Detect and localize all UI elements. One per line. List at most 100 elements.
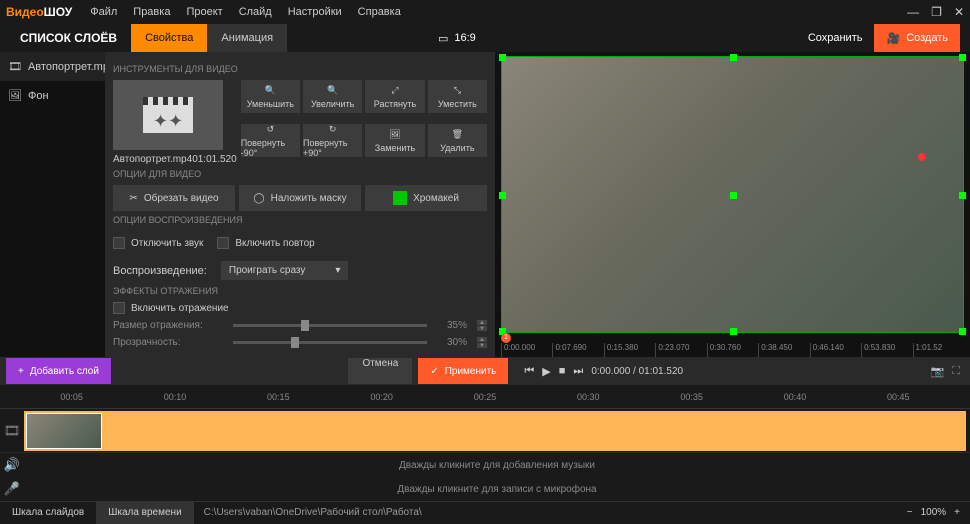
loop-label: Включить повтор bbox=[235, 238, 314, 249]
loop-checkbox[interactable] bbox=[217, 237, 229, 249]
zoom-out-icon: 🔍 bbox=[265, 85, 276, 96]
snapshot-icon[interactable]: 📷 bbox=[931, 365, 945, 378]
zoom-in-button[interactable]: 🔍Увеличить bbox=[303, 80, 362, 113]
resize-handle[interactable] bbox=[499, 54, 506, 61]
rotate-right-button[interactable]: ↻Повернуть +90° bbox=[303, 124, 362, 157]
next-frame-icon[interactable]: ⏭ bbox=[573, 365, 583, 378]
step-up[interactable]: ▲ bbox=[477, 337, 487, 342]
tab-animation[interactable]: Анимация bbox=[207, 24, 287, 52]
video-thumbnail[interactable]: ✦✦ bbox=[113, 80, 223, 150]
timeline-ruler[interactable]: 00:0500:1000:1500:2000:2500:3000:3500:40… bbox=[0, 385, 970, 409]
video-track[interactable]: 🎞 bbox=[0, 409, 970, 453]
resize-handle[interactable] bbox=[499, 192, 506, 199]
section-reflect-label: ЭФФЕКТЫ ОТРАЖЕНИЯ bbox=[113, 286, 487, 296]
traffic-light bbox=[918, 153, 926, 161]
layers-title: СПИСОК СЛОЁВ bbox=[20, 31, 117, 45]
preview-canvas[interactable] bbox=[501, 56, 964, 333]
zoom-out-button[interactable]: 🔍Уменьшить bbox=[241, 80, 300, 113]
reflection-size-label: Размер отражения: bbox=[113, 320, 223, 331]
time-counter: 0:00.000 / 01:01.520 bbox=[591, 366, 683, 377]
menu-edit[interactable]: Правка bbox=[125, 6, 178, 18]
section-tools-label: ИНСТРУМЕНТЫ ДЛЯ ВИДЕО bbox=[113, 64, 487, 74]
tab-properties[interactable]: Свойства bbox=[131, 24, 207, 52]
mic-track[interactable]: 🎤 Дважды кликните для записи с микрофона bbox=[0, 477, 970, 501]
step-up[interactable]: ▲ bbox=[477, 320, 487, 325]
menu-file[interactable]: Файл bbox=[82, 6, 125, 18]
layer-item-background[interactable]: 🖼Фон bbox=[0, 81, 105, 110]
tab-slides-scale[interactable]: Шкала слайдов bbox=[0, 502, 96, 524]
delete-button[interactable]: 🗑Удалить bbox=[428, 124, 487, 157]
reflection-size-value: 35% bbox=[437, 320, 467, 331]
video-clip[interactable] bbox=[24, 411, 966, 451]
reflection-label: Включить отражение bbox=[131, 303, 229, 314]
video-track-icon: 🎞 bbox=[0, 423, 24, 439]
reflection-checkbox[interactable] bbox=[113, 302, 125, 314]
menu-project[interactable]: Проект bbox=[178, 6, 230, 18]
actions-bar: +Добавить слой Отмена ✓Применить ⏮ ▶ ■ ⏭… bbox=[0, 357, 970, 385]
minimize-icon[interactable]: — bbox=[907, 5, 919, 19]
reflection-size-slider[interactable] bbox=[233, 324, 427, 327]
play-icon[interactable]: ▶ bbox=[542, 365, 550, 378]
resize-handle[interactable] bbox=[959, 54, 966, 61]
mask-icon: ◯ bbox=[253, 193, 264, 204]
mask-button[interactable]: ◯Наложить маску bbox=[239, 185, 361, 211]
mic-hint: Дважды кликните для записи с микрофона bbox=[397, 484, 596, 495]
preview-ruler[interactable]: 1 0:00.0000:07.6900:15.3800:23.0700:30.7… bbox=[495, 337, 970, 357]
close-icon[interactable]: ✕ bbox=[954, 5, 964, 19]
plus-icon: + bbox=[18, 366, 24, 377]
app-logo: ВидеоШОУ bbox=[6, 5, 72, 19]
section-opts-label: ОПЦИИ ДЛЯ ВИДЕО bbox=[113, 169, 487, 179]
zoom-in-icon[interactable]: + bbox=[954, 507, 960, 518]
menu-help[interactable]: Справка bbox=[350, 6, 409, 18]
picture-icon: 🖼 bbox=[8, 89, 22, 102]
zoom-out-icon[interactable]: − bbox=[907, 507, 913, 518]
stretch-button[interactable]: ⤢Растянуть bbox=[365, 80, 424, 113]
crop-video-button[interactable]: ✂Обрезать видео bbox=[113, 185, 235, 211]
file-duration: 01:01.520 bbox=[192, 154, 237, 165]
replace-icon: 🖼 bbox=[389, 129, 400, 140]
file-name: Автопортрет.mp4 bbox=[113, 154, 192, 165]
mute-checkbox[interactable] bbox=[113, 237, 125, 249]
stop-icon[interactable]: ■ bbox=[559, 365, 566, 377]
add-layer-button[interactable]: +Добавить слой bbox=[6, 358, 111, 384]
menu-settings[interactable]: Настройки bbox=[280, 6, 350, 18]
prev-frame-icon[interactable]: ⏮ bbox=[524, 365, 534, 378]
opacity-slider[interactable] bbox=[233, 341, 427, 344]
resize-handle[interactable] bbox=[959, 192, 966, 199]
playhead-marker[interactable]: 1 bbox=[501, 333, 511, 343]
timeline: 00:0500:1000:1500:2000:2500:3000:3500:40… bbox=[0, 385, 970, 501]
create-button[interactable]: 🎥Создать bbox=[874, 24, 960, 52]
rotate-right-icon: ↻ bbox=[329, 124, 337, 135]
resize-handle[interactable] bbox=[730, 328, 737, 335]
cancel-button[interactable]: Отмена bbox=[348, 358, 412, 384]
properties-panel: ИНСТРУМЕНТЫ ДЛЯ ВИДЕО ✦✦ Автопортрет.mp4… bbox=[105, 52, 495, 357]
fullscreen-icon[interactable]: ⛶ bbox=[952, 365, 960, 378]
center-handle[interactable] bbox=[730, 192, 737, 199]
tab-time-scale[interactable]: Шкала времени bbox=[96, 502, 193, 524]
mic-track-icon: 🎤 bbox=[0, 481, 24, 497]
replace-button[interactable]: 🖼Заменить bbox=[365, 124, 424, 157]
project-path: C:\Users\vaban\OneDrive\Рабочий стол\Раб… bbox=[194, 507, 432, 518]
preview-panel: 1 0:00.0000:07.6900:15.3800:23.0700:30.7… bbox=[495, 52, 970, 357]
aspect-icon: ▭ bbox=[438, 32, 448, 45]
layer-item-video[interactable]: 🎞Автопортрет.mp4 bbox=[0, 52, 105, 81]
aspect-ratio[interactable]: ▭16:9 bbox=[438, 32, 476, 45]
playback-select[interactable]: Проиграть сразу▾ bbox=[221, 261, 349, 280]
trash-icon: 🗑 bbox=[452, 129, 463, 140]
fit-button[interactable]: ⤡Уместить bbox=[428, 80, 487, 113]
chromakey-button[interactable]: Хромакей bbox=[365, 185, 487, 211]
step-down[interactable]: ▼ bbox=[477, 326, 487, 331]
film-icon: 🎞 bbox=[8, 60, 22, 73]
menu-slide[interactable]: Слайд bbox=[231, 6, 280, 18]
music-track[interactable]: 🔊 Дважды кликните для добавления музыки bbox=[0, 453, 970, 477]
layers-panel: 🎞Автопортрет.mp4 🖼Фон bbox=[0, 52, 105, 357]
apply-button[interactable]: ✓Применить bbox=[418, 358, 508, 384]
rotate-left-button[interactable]: ↺Повернуть -90° bbox=[241, 124, 300, 157]
resize-handle[interactable] bbox=[959, 328, 966, 335]
music-hint: Дважды кликните для добавления музыки bbox=[399, 460, 595, 471]
maximize-icon[interactable]: ❐ bbox=[931, 5, 942, 19]
window-controls: — ❐ ✕ bbox=[907, 5, 964, 19]
save-button[interactable]: Сохранить bbox=[796, 32, 875, 44]
step-down[interactable]: ▼ bbox=[477, 343, 487, 348]
resize-handle[interactable] bbox=[730, 54, 737, 61]
